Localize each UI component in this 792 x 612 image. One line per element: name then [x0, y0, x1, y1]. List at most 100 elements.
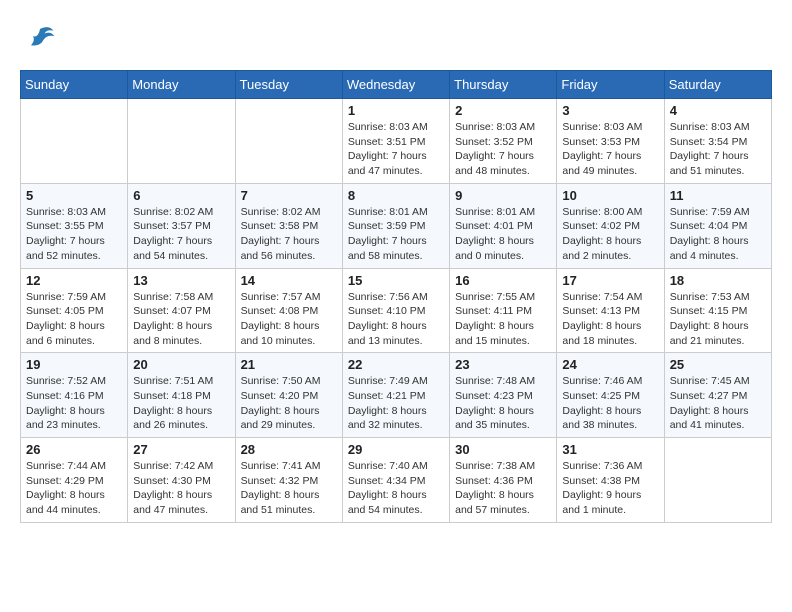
calendar-cell: 27Sunrise: 7:42 AM Sunset: 4:30 PM Dayli… — [128, 438, 235, 523]
weekday-header-monday: Monday — [128, 71, 235, 99]
day-info: Sunrise: 7:38 AM Sunset: 4:36 PM Dayligh… — [455, 459, 551, 518]
day-number: 5 — [26, 188, 122, 203]
calendar-cell: 4 Sunrise: 8:03 AM Sunset: 3:54 PM Daylig… — [664, 99, 771, 184]
day-info: Sunrise: 7:40 AM Sunset: 4:34 PM Dayligh… — [348, 459, 444, 518]
calendar-cell: 26 Sunrise: 7:44 AM Sunset: 4:29 PM Dayli… — [21, 438, 128, 523]
day-info: Sunrise: 7:52 AM Sunset: 4:16 PM Dayligh… — [26, 374, 122, 433]
day-info: Sunrise: 7:57 AM Sunset: 4:08 PM Dayligh… — [241, 290, 337, 349]
day-info: Sunrise: 8:02 AM Sunset: 3:58 PM Dayligh… — [241, 205, 337, 264]
calendar-cell: 16 Sunrise: 7:55 AM Sunset: 4:11 PM Dayli… — [450, 268, 557, 353]
weekday-header-wednesday: Wednesday — [342, 71, 449, 99]
calendar-cell: 9 Sunrise: 8:01 AM Sunset: 4:01 PM Daylig… — [450, 183, 557, 268]
day-info: Sunrise: 7:58 AM Sunset: 4:07 PM Dayligh… — [133, 290, 229, 349]
calendar-cell — [235, 99, 342, 184]
calendar-cell: 31 Sunrise: 7:36 AM Sunset: 4:38 PM Dayli… — [557, 438, 664, 523]
day-number: 27 — [133, 442, 229, 457]
calendar-cell — [664, 438, 771, 523]
day-info: Sunrise: 7:45 AM Sunset: 4:27 PM Dayligh… — [670, 374, 766, 433]
weekday-header-row: SundayMondayTuesdayWednesdayThursdayFrid… — [21, 71, 772, 99]
day-info: Sunrise: 8:01 AM Sunset: 3:59 PM Dayligh… — [348, 205, 444, 264]
day-info: Sunrise: 7:53 AM Sunset: 4:15 PM Dayligh… — [670, 290, 766, 349]
calendar-cell: 1Sunrise: 8:03 AM Sunset: 3:51 PM Daylig… — [342, 99, 449, 184]
day-number: 10 — [562, 188, 658, 203]
day-info: Sunrise: 7:56 AM Sunset: 4:10 PM Dayligh… — [348, 290, 444, 349]
day-number: 18 — [670, 273, 766, 288]
weekday-header-friday: Friday — [557, 71, 664, 99]
day-number: 12 — [26, 273, 122, 288]
day-info: Sunrise: 7:59 AM Sunset: 4:04 PM Dayligh… — [670, 205, 766, 264]
day-number: 21 — [241, 357, 337, 372]
day-info: Sunrise: 7:48 AM Sunset: 4:23 PM Dayligh… — [455, 374, 551, 433]
calendar-cell: 5 Sunrise: 8:03 AM Sunset: 3:55 PM Daylig… — [21, 183, 128, 268]
day-info: Sunrise: 7:50 AM Sunset: 4:20 PM Dayligh… — [241, 374, 337, 433]
day-number: 31 — [562, 442, 658, 457]
calendar-cell: 6 Sunrise: 8:02 AM Sunset: 3:57 PM Daylig… — [128, 183, 235, 268]
weekday-header-saturday: Saturday — [664, 71, 771, 99]
calendar-cell: 19 Sunrise: 7:52 AM Sunset: 4:16 PM Dayli… — [21, 353, 128, 438]
day-number: 4 — [670, 103, 766, 118]
day-info: Sunrise: 8:03 AM Sunset: 3:55 PM Dayligh… — [26, 205, 122, 264]
day-info: Sunrise: 8:01 AM Sunset: 4:01 PM Dayligh… — [455, 205, 551, 264]
calendar-cell: 11 Sunrise: 7:59 AM Sunset: 4:04 PM Dayli… — [664, 183, 771, 268]
day-info: Sunrise: 7:36 AM Sunset: 4:38 PM Dayligh… — [562, 459, 658, 518]
day-number: 26 — [26, 442, 122, 457]
day-number: 24 — [562, 357, 658, 372]
weekday-header-thursday: Thursday — [450, 71, 557, 99]
calendar-cell: 8 Sunrise: 8:01 AM Sunset: 3:59 PM Daylig… — [342, 183, 449, 268]
calendar-cell: 2 Sunrise: 8:03 AM Sunset: 3:52 PM Daylig… — [450, 99, 557, 184]
day-info: Sunrise: 8:03 AM Sunset: 3:51 PM Dayligh… — [348, 120, 444, 179]
calendar-cell: 15Sunrise: 7:56 AM Sunset: 4:10 PM Dayli… — [342, 268, 449, 353]
calendar-cell: 23 Sunrise: 7:48 AM Sunset: 4:23 PM Dayli… — [450, 353, 557, 438]
day-info: Sunrise: 7:51 AM Sunset: 4:18 PM Dayligh… — [133, 374, 229, 433]
calendar-cell: 17Sunrise: 7:54 AM Sunset: 4:13 PM Dayli… — [557, 268, 664, 353]
calendar-cell — [21, 99, 128, 184]
calendar-cell: 29 Sunrise: 7:40 AM Sunset: 4:34 PM Dayli… — [342, 438, 449, 523]
day-number: 16 — [455, 273, 551, 288]
day-info: Sunrise: 8:03 AM Sunset: 3:54 PM Dayligh… — [670, 120, 766, 179]
day-number: 2 — [455, 103, 551, 118]
day-info: Sunrise: 8:00 AM Sunset: 4:02 PM Dayligh… — [562, 205, 658, 264]
week-row-3: 12Sunrise: 7:59 AM Sunset: 4:05 PM Dayli… — [21, 268, 772, 353]
calendar-cell: 20 Sunrise: 7:51 AM Sunset: 4:18 PM Dayli… — [128, 353, 235, 438]
calendar-cell: 30 Sunrise: 7:38 AM Sunset: 4:36 PM Dayli… — [450, 438, 557, 523]
day-number: 29 — [348, 442, 444, 457]
calendar-cell: 25 Sunrise: 7:45 AM Sunset: 4:27 PM Dayli… — [664, 353, 771, 438]
day-info: Sunrise: 7:46 AM Sunset: 4:25 PM Dayligh… — [562, 374, 658, 433]
day-number: 14 — [241, 273, 337, 288]
day-number: 23 — [455, 357, 551, 372]
day-info: Sunrise: 7:55 AM Sunset: 4:11 PM Dayligh… — [455, 290, 551, 349]
day-number: 20 — [133, 357, 229, 372]
day-number: 8 — [348, 188, 444, 203]
logo — [20, 20, 58, 60]
day-number: 9 — [455, 188, 551, 203]
day-number: 30 — [455, 442, 551, 457]
day-number: 7 — [241, 188, 337, 203]
calendar-cell: 28 Sunrise: 7:41 AM Sunset: 4:32 PM Dayli… — [235, 438, 342, 523]
calendar-cell: 7 Sunrise: 8:02 AM Sunset: 3:58 PM Daylig… — [235, 183, 342, 268]
day-info: Sunrise: 7:44 AM Sunset: 4:29 PM Dayligh… — [26, 459, 122, 518]
day-number: 22 — [348, 357, 444, 372]
page-header — [20, 20, 772, 60]
calendar-cell: 24 Sunrise: 7:46 AM Sunset: 4:25 PM Dayli… — [557, 353, 664, 438]
calendar-cell: 12Sunrise: 7:59 AM Sunset: 4:05 PM Dayli… — [21, 268, 128, 353]
day-number: 3 — [562, 103, 658, 118]
day-number: 28 — [241, 442, 337, 457]
day-info: Sunrise: 8:03 AM Sunset: 3:52 PM Dayligh… — [455, 120, 551, 179]
calendar-cell: 3Sunrise: 8:03 AM Sunset: 3:53 PM Daylig… — [557, 99, 664, 184]
day-number: 19 — [26, 357, 122, 372]
day-number: 17 — [562, 273, 658, 288]
week-row-4: 19 Sunrise: 7:52 AM Sunset: 4:16 PM Dayli… — [21, 353, 772, 438]
calendar-cell: 10 Sunrise: 8:00 AM Sunset: 4:02 PM Dayli… — [557, 183, 664, 268]
week-row-1: 1Sunrise: 8:03 AM Sunset: 3:51 PM Daylig… — [21, 99, 772, 184]
calendar-cell — [128, 99, 235, 184]
calendar-cell: 21 Sunrise: 7:50 AM Sunset: 4:20 PM Dayli… — [235, 353, 342, 438]
day-info: Sunrise: 7:41 AM Sunset: 4:32 PM Dayligh… — [241, 459, 337, 518]
calendar-cell: 14 Sunrise: 7:57 AM Sunset: 4:08 PM Dayli… — [235, 268, 342, 353]
week-row-2: 5 Sunrise: 8:03 AM Sunset: 3:55 PM Daylig… — [21, 183, 772, 268]
day-number: 13 — [133, 273, 229, 288]
day-number: 25 — [670, 357, 766, 372]
day-number: 11 — [670, 188, 766, 203]
day-info: Sunrise: 8:02 AM Sunset: 3:57 PM Dayligh… — [133, 205, 229, 264]
day-number: 6 — [133, 188, 229, 203]
day-info: Sunrise: 7:49 AM Sunset: 4:21 PM Dayligh… — [348, 374, 444, 433]
